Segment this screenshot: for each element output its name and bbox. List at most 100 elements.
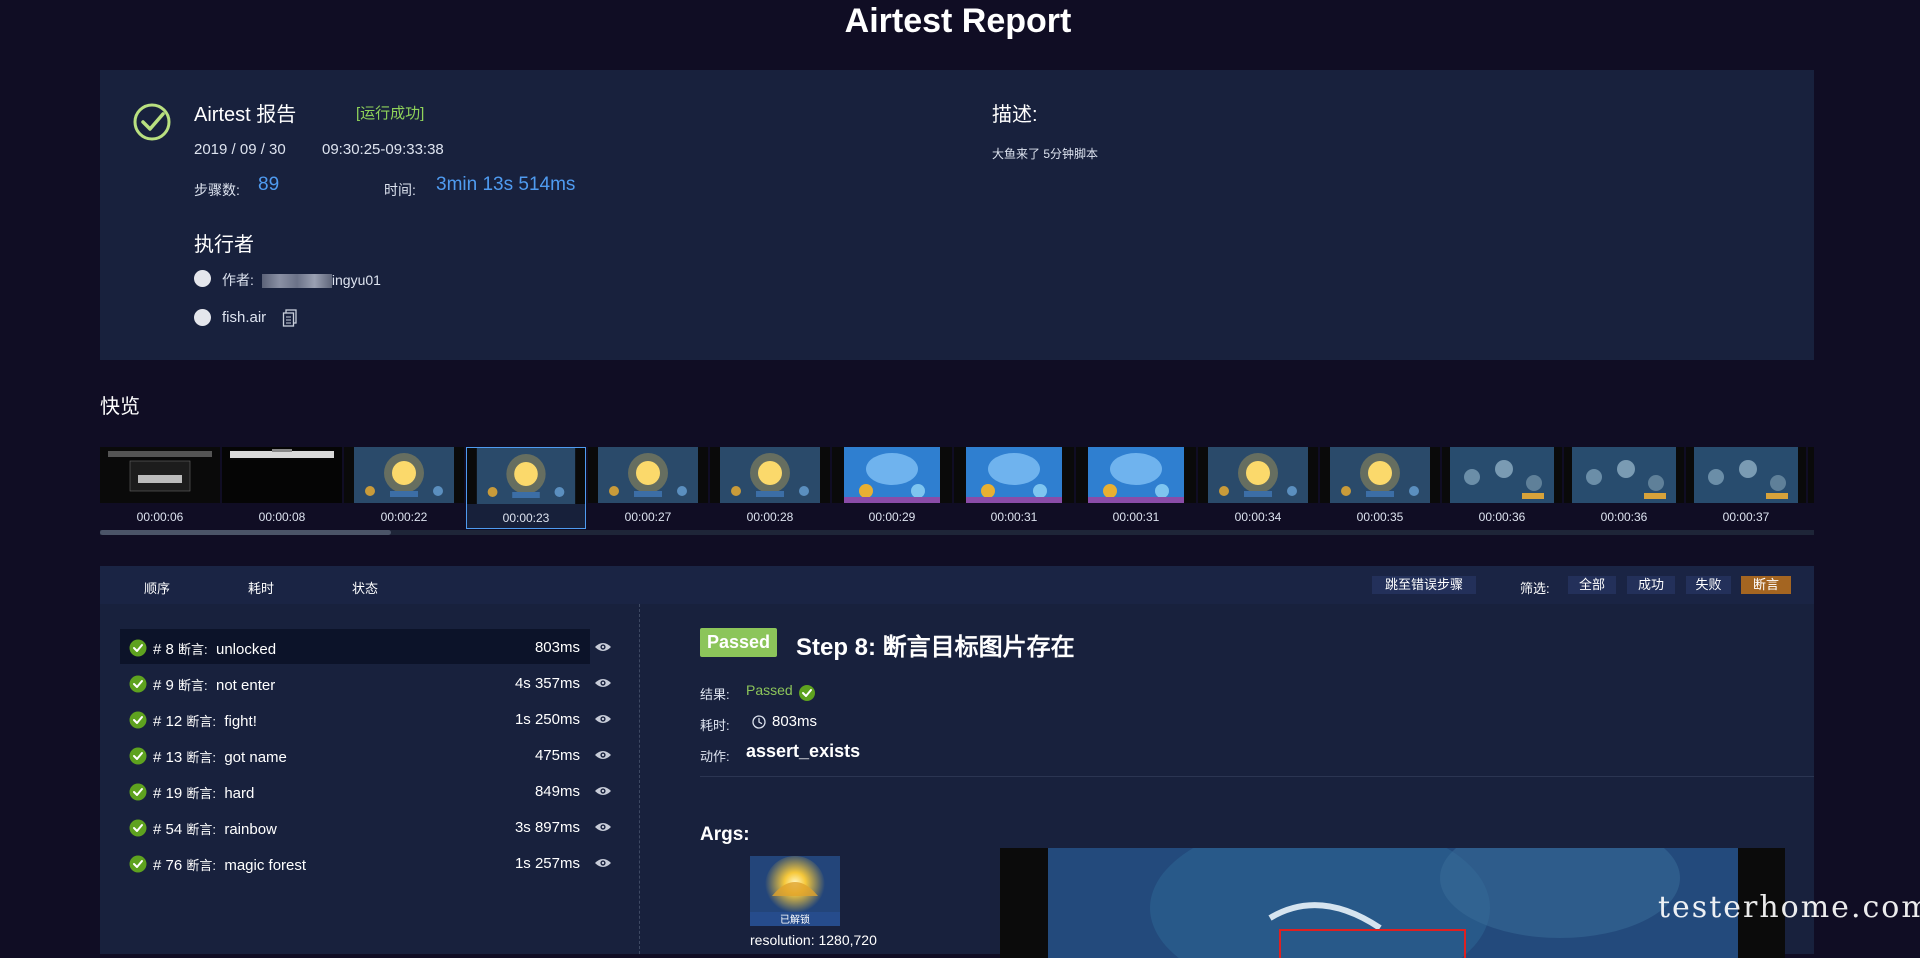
step-keyword: 断言:	[186, 822, 216, 837]
redacted-block	[261, 274, 332, 289]
thumbnail[interactable]: 00:00:31	[1076, 447, 1196, 529]
run-time-range: 09:30:25-09:33:38	[322, 141, 444, 158]
step-duration: 475ms	[534, 747, 580, 764]
filter-all-button[interactable]: 全部	[1568, 576, 1616, 594]
view-step-eye-icon[interactable]	[594, 857, 612, 869]
thumbnail-scrollbar[interactable]	[100, 530, 1814, 535]
thumbnail-time: 00:00:27	[624, 510, 672, 524]
step-name: not enter	[216, 677, 276, 694]
steps-count: 89	[258, 174, 280, 195]
step-number: # 54	[153, 821, 183, 838]
sort-by-duration[interactable]: 耗时	[248, 578, 274, 597]
thumbnail[interactable]: 00:00:37	[1686, 447, 1806, 529]
thumbnail-image	[467, 448, 585, 504]
step-name: unlocked	[216, 641, 277, 658]
thumbnail[interactable]: 00:00:23	[466, 447, 586, 529]
bullet-icon	[194, 309, 211, 326]
thumbnail-time: 00:00:37	[1722, 510, 1770, 524]
copy-icon[interactable]	[282, 309, 298, 327]
thumbnail[interactable]: 00:00:36	[1564, 447, 1684, 529]
thumbnail-time: 00:00:22	[380, 510, 428, 524]
view-step-eye-icon[interactable]	[594, 749, 612, 761]
view-step-eye-icon[interactable]	[594, 785, 612, 797]
view-step-eye-icon[interactable]	[594, 641, 612, 653]
page-title: Airtest Report	[844, 2, 1072, 40]
thumbnail-time: 00:00:31	[990, 510, 1038, 524]
thumbnail-image	[954, 447, 1074, 503]
sort-by-status[interactable]: 状态	[352, 578, 378, 597]
template-image[interactable]: 已解锁	[750, 856, 840, 926]
filter-assert-button[interactable]: 断言	[1741, 576, 1791, 594]
step-row[interactable]: # 76 断言: magic forest 1s 257ms	[120, 845, 590, 880]
steps-label: 步骤数:	[194, 182, 240, 198]
step-number: # 12	[153, 713, 183, 730]
thumbnail[interactable]: 00:00:08	[222, 447, 342, 529]
duration-label: 耗时:	[700, 718, 730, 733]
scrollbar-thumb[interactable]	[100, 530, 391, 535]
thumbnail-time: 00:00:29	[868, 510, 916, 524]
thumbnail[interactable]: 00:00:34	[1198, 447, 1318, 529]
thumbnail-image	[832, 447, 952, 503]
thumbnail-image	[710, 447, 830, 503]
thumbnail[interactable]: 00:00:29	[832, 447, 952, 529]
step-label: # 12 断言: fight!	[153, 711, 257, 730]
thumbnail[interactable]	[1808, 447, 1814, 529]
summary-panel: Airtest 报告 [运行成功] 2019 / 09 / 30 09:30:2…	[100, 70, 1814, 360]
step-name: got name	[224, 749, 287, 766]
view-step-eye-icon[interactable]	[594, 821, 612, 833]
overview-title: 快览	[100, 396, 140, 418]
step-keyword: 断言:	[186, 750, 216, 765]
sort-by-order[interactable]: 顺序	[144, 578, 170, 597]
action-label: 动作:	[700, 749, 730, 764]
jump-to-error-button[interactable]: 跳至错误步骤	[1372, 576, 1476, 594]
step-label: # 8 断言: unlocked	[153, 639, 276, 658]
step-name: magic forest	[224, 857, 307, 874]
step-row[interactable]: # 12 断言: fight! 1s 250ms	[120, 701, 590, 736]
step-duration: 1s 250ms	[514, 711, 580, 728]
thumbnail[interactable]: 00:00:06	[100, 447, 220, 529]
filter-label: 筛选:	[1520, 581, 1550, 596]
author-value: ingyu01	[331, 272, 381, 288]
step-pass-icon	[129, 639, 147, 657]
step-number: # 76	[153, 857, 183, 874]
thumbnail[interactable]: 00:00:31	[954, 447, 1074, 529]
step-number: # 9	[153, 677, 174, 694]
thumbnail-time: 00:00:28	[746, 510, 794, 524]
thumbnail-image	[222, 447, 342, 503]
step-title: Step 8: 断言目标图片存在	[796, 634, 1075, 661]
filter-fail-button[interactable]: 失败	[1686, 576, 1731, 594]
panel-divider	[639, 604, 640, 954]
duration-value: 3min 13s 514ms	[436, 174, 576, 195]
thumbnail[interactable]: 00:00:36	[1442, 447, 1562, 529]
run-status: [运行成功]	[356, 105, 425, 122]
step-number: # 13	[153, 749, 183, 766]
step-row[interactable]: # 8 断言: unlocked 803ms	[120, 629, 590, 664]
thumbnail[interactable]: 00:00:28	[710, 447, 830, 529]
section-divider	[700, 776, 1814, 777]
thumbnail-image	[344, 447, 464, 503]
step-keyword: 断言:	[186, 786, 216, 801]
thumbnail[interactable]: 00:00:27	[588, 447, 708, 529]
step-name: hard	[224, 785, 255, 802]
thumbnail-image	[1076, 447, 1196, 503]
step-label: # 13 断言: got name	[153, 747, 287, 766]
executor-title: 执行者	[194, 234, 254, 256]
step-row[interactable]: # 54 断言: rainbow 3s 897ms	[120, 809, 590, 844]
step-duration: 3s 897ms	[514, 819, 580, 836]
step-row[interactable]: # 13 断言: got name 475ms	[120, 737, 590, 772]
author-row: 作者: ingyu01	[222, 270, 381, 290]
thumbnail[interactable]: 00:00:22	[344, 447, 464, 529]
view-step-eye-icon[interactable]	[594, 677, 612, 689]
step-label: # 9 断言: not enter	[153, 675, 275, 694]
thumbnail-time: 00:00:31	[1112, 510, 1160, 524]
thumbnail[interactable]: 00:00:35	[1320, 447, 1440, 529]
filter-success-button[interactable]: 成功	[1627, 576, 1675, 594]
action-value: assert_exists	[746, 741, 861, 761]
step-label: # 76 断言: magic forest	[153, 855, 306, 874]
view-step-eye-icon[interactable]	[594, 713, 612, 725]
step-keyword: 断言:	[178, 642, 208, 657]
thumbnail-image	[1808, 447, 1814, 503]
thumbnail-image	[1686, 447, 1806, 503]
step-row[interactable]: # 19 断言: hard 849ms	[120, 773, 590, 808]
step-row[interactable]: # 9 断言: not enter 4s 357ms	[120, 665, 590, 700]
